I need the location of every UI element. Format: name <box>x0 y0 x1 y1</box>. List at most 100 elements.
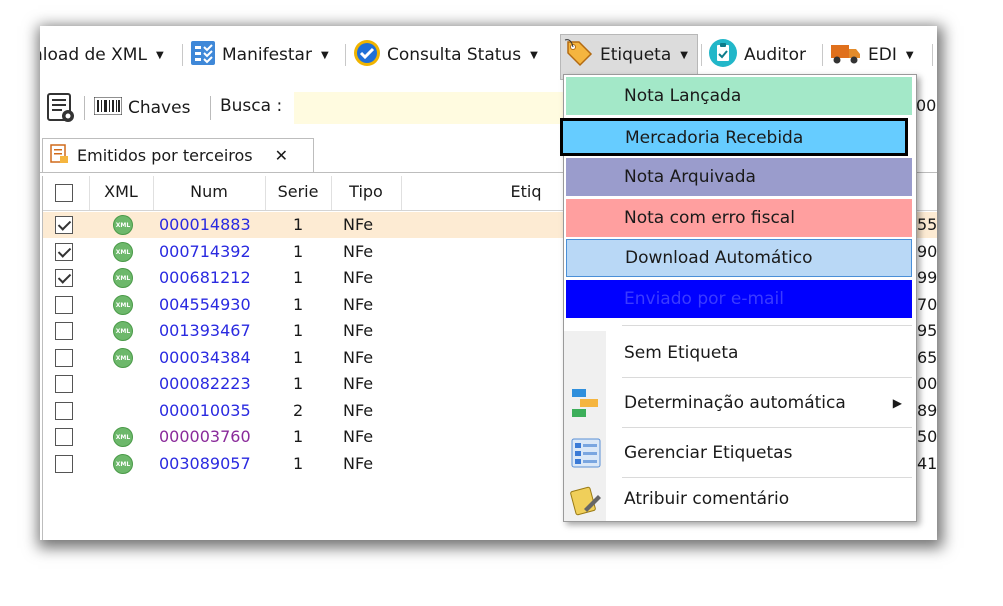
auditor-button[interactable]: Auditor <box>708 38 806 70</box>
serie-cell: 1 <box>293 374 304 393</box>
tag-option-nota-arquivada[interactable]: Nota Arquivada <box>566 158 912 196</box>
num-cell[interactable]: 003089057 <box>159 451 251 477</box>
serie-cell: 1 <box>293 347 304 367</box>
partial-cell: 70 <box>917 294 937 314</box>
separator <box>932 44 933 66</box>
gerenciar-etiquetas-item[interactable]: Gerenciar Etiquetas <box>564 429 914 477</box>
num-cell[interactable]: 000714392 <box>159 239 251 265</box>
chaves-button[interactable]: Chaves <box>93 94 191 122</box>
tag-icon <box>564 38 594 73</box>
num-cell[interactable]: 000034384 <box>159 345 251 371</box>
xml-file-icon[interactable]: XML <box>113 321 133 341</box>
num-cell[interactable]: 000010035 <box>159 398 251 424</box>
header-num[interactable]: Num <box>153 176 266 210</box>
separator <box>622 377 912 378</box>
tag-option-nota-com-erro-fiscal[interactable]: Nota com erro fiscal <box>566 198 912 237</box>
note-pencil-icon <box>570 483 604 536</box>
partial-cell: 95 <box>917 321 937 340</box>
xml-file-icon[interactable]: XML <box>113 427 133 447</box>
xml-file-icon[interactable]: XML <box>113 215 133 235</box>
atribuir-comentario-item[interactable]: Atribuir comentário <box>564 475 914 523</box>
serie-cell: 1 <box>293 268 304 287</box>
partial-cell: 41 <box>917 453 937 473</box>
serie-cell: 1 <box>293 427 304 446</box>
xml-file-icon[interactable]: XML <box>113 453 133 474</box>
tab-emitidos-por-terceiros[interactable]: Emitidos por terceiros ✕ <box>42 138 314 172</box>
tipo-cell: NFe <box>343 347 374 367</box>
num-cell[interactable]: 000681212 <box>159 265 251 291</box>
tipo-cell: NFe <box>343 427 374 446</box>
row-checkbox[interactable] <box>55 454 73 473</box>
tipo-cell: NFe <box>343 453 374 473</box>
num-cell[interactable]: 001393467 <box>159 318 251 344</box>
app-window: nload de XML ▼ Manifestar ▼ Consulta Sta… <box>40 26 937 540</box>
determinacao-automatica-item[interactable]: Determinação automática ▶ <box>564 379 914 427</box>
submenu-arrow-icon: ▶ <box>892 396 902 410</box>
row-checkbox[interactable] <box>55 322 73 340</box>
edi-button[interactable]: EDI ▼ <box>830 40 914 70</box>
partial-cell: 90 <box>917 241 937 261</box>
xml-file-icon[interactable]: XML <box>113 347 133 368</box>
separator <box>822 44 823 66</box>
etiqueta-dropdown-menu: Nota Lançada Mercadoria Recebida Nota Arqu… <box>560 74 917 523</box>
tipo-cell: NFe <box>343 268 374 287</box>
chevron-down-icon: ▼ <box>680 49 688 61</box>
tag-option-download-autom-tico[interactable]: Download Automático <box>566 239 912 277</box>
tag-option-enviado-por-e-mail[interactable]: Enviado por e-mail <box>566 279 912 318</box>
consulta-status-button[interactable]: Consulta Status ▼ <box>353 39 538 72</box>
tipo-cell: NFe <box>343 321 374 340</box>
xml-file-icon[interactable]: XML <box>113 241 133 262</box>
header-select-all-cell <box>43 176 90 210</box>
num-cell[interactable]: 004554930 <box>159 292 251 318</box>
partial-cell: 00 <box>917 374 937 393</box>
row-checkbox[interactable] <box>55 428 73 446</box>
manifestar-button[interactable]: Manifestar ▼ <box>190 40 329 70</box>
separator <box>622 325 912 326</box>
row-checkbox[interactable] <box>55 348 73 367</box>
separator <box>210 96 211 120</box>
header-tipo[interactable]: Tipo <box>331 176 402 210</box>
row-checkbox[interactable] <box>55 242 73 261</box>
chaves-label: Chaves <box>128 98 191 118</box>
num-cell[interactable]: 000082223 <box>159 371 251 397</box>
xml-file-icon[interactable]: XML <box>113 268 133 288</box>
row-checkbox[interactable] <box>55 295 73 314</box>
select-all-checkbox[interactable] <box>55 184 73 202</box>
separator <box>622 427 912 428</box>
truck-icon <box>830 40 862 71</box>
serie-cell: 1 <box>293 453 304 473</box>
tipo-cell: NFe <box>343 294 374 314</box>
partial-cell: 50 <box>917 427 937 446</box>
check-badge-icon <box>353 39 381 72</box>
document-list-icon <box>49 143 69 168</box>
consulta-status-label: Consulta Status <box>387 45 522 65</box>
num-cell[interactable]: 000014883 <box>159 212 251 238</box>
row-checkbox[interactable] <box>55 375 73 393</box>
header-xml[interactable]: XML <box>89 176 154 210</box>
row-checkbox[interactable] <box>55 216 73 234</box>
barcode-icon <box>93 96 123 120</box>
download-xml-button[interactable]: nload de XML ▼ <box>40 40 164 70</box>
chevron-down-icon: ▼ <box>530 49 538 61</box>
separator <box>84 96 85 120</box>
tag-option-mercadoria-recebida[interactable]: Mercadoria Recebida <box>560 117 908 156</box>
serie-cell: 1 <box>293 241 304 261</box>
determinacao-label: Determinação automática <box>624 393 846 413</box>
gerenciar-label: Gerenciar Etiquetas <box>624 443 793 463</box>
sem-etiqueta-item[interactable]: Sem Etiqueta <box>564 329 914 377</box>
tab-label: Emitidos por terceiros <box>77 146 253 165</box>
etiqueta-button[interactable]: Etiqueta ▼ <box>564 38 688 73</box>
row-checkbox[interactable] <box>55 401 73 420</box>
header-serie[interactable]: Serie <box>265 176 332 210</box>
close-icon[interactable]: ✕ <box>275 146 288 165</box>
tipo-cell: NFe <box>343 215 374 234</box>
row-checkbox[interactable] <box>55 269 73 287</box>
tag-option-nota-lan-ada[interactable]: Nota Lançada <box>566 77 912 115</box>
auditor-label: Auditor <box>744 45 806 65</box>
num-cell[interactable]: 000003760 <box>159 424 251 450</box>
xml-file-icon[interactable]: XML <box>113 294 133 315</box>
partial-cell: 65 <box>917 347 937 367</box>
manifestar-label: Manifestar <box>222 45 312 65</box>
edi-label: EDI <box>868 45 897 65</box>
document-settings-icon[interactable] <box>46 92 76 128</box>
